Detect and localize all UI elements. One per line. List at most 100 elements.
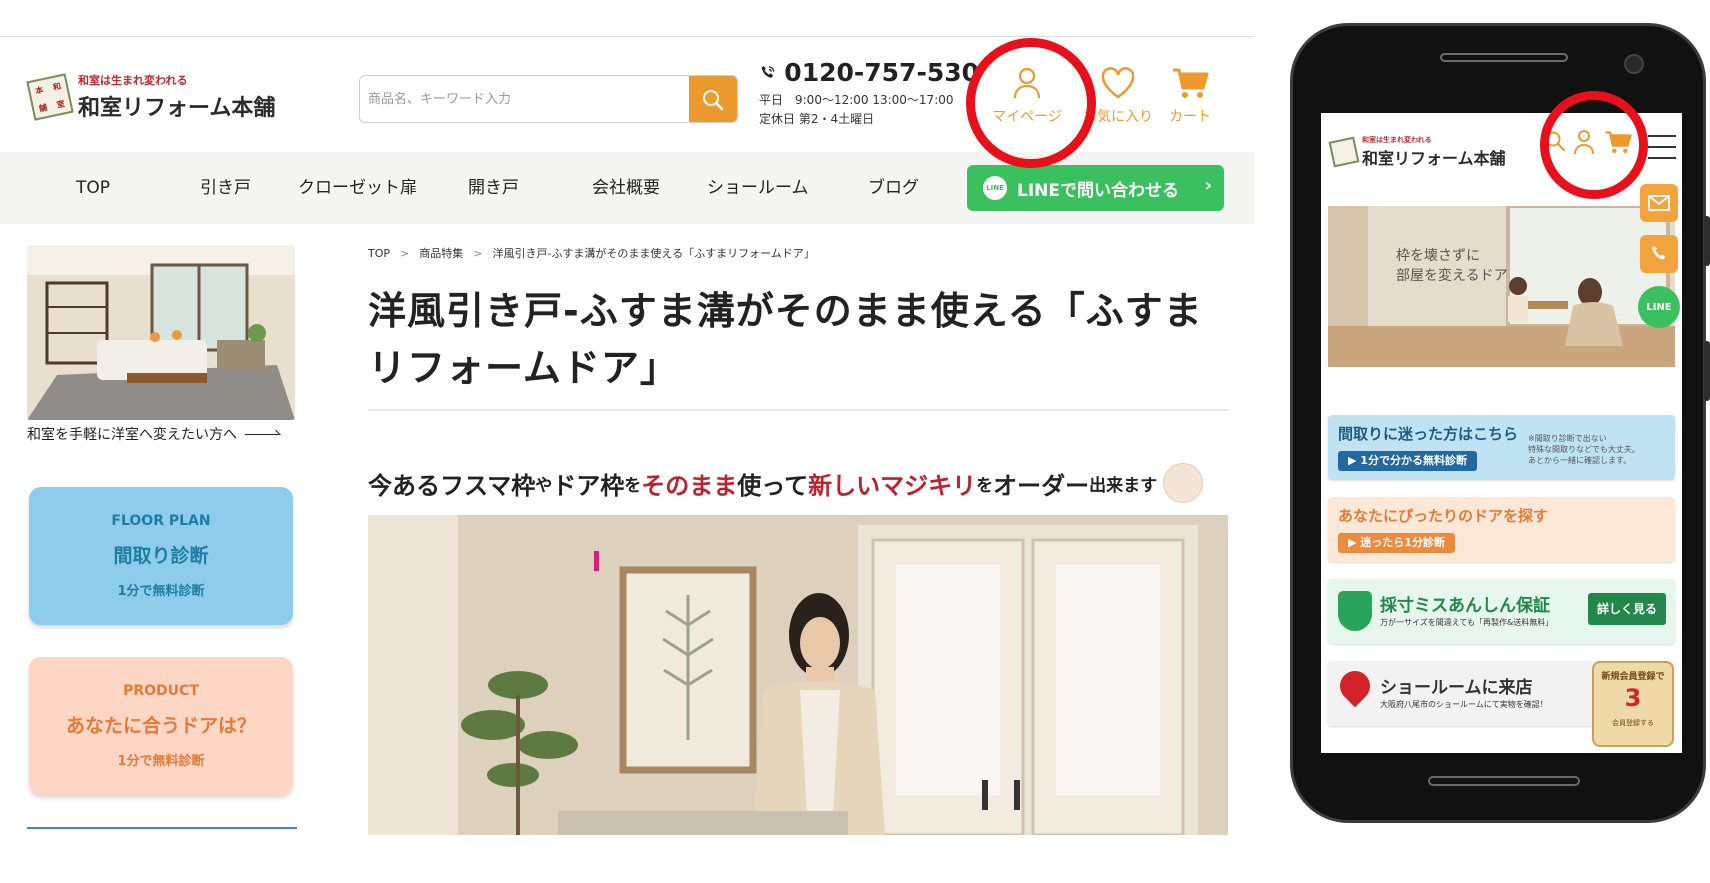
line-icon: LINE bbox=[1646, 301, 1672, 313]
arrow-right-icon bbox=[245, 433, 279, 435]
cart-label: カート bbox=[1169, 109, 1211, 125]
favorites-link[interactable]: お気に入り bbox=[1078, 66, 1158, 126]
details-button[interactable]: 詳しく見る bbox=[1588, 593, 1666, 625]
floor-plan-title: 間取り診断 bbox=[113, 545, 209, 567]
mobile-site-logo[interactable]: 和室は生まれ変われる 和室リフォーム本舗 bbox=[1328, 135, 1506, 169]
nav-item-showroom[interactable]: ショールーム bbox=[707, 152, 809, 224]
nav-item-hinged-doors[interactable]: 開き戸 bbox=[468, 152, 519, 224]
nav-item-closet-doors[interactable]: クローゼット扉 bbox=[298, 152, 417, 224]
global-nav: TOP 引き戸 クローゼット扉 開き戸 会社概要 ショールーム ブログ LINE… bbox=[0, 152, 1254, 224]
float-mail-button[interactable] bbox=[1640, 184, 1678, 222]
main-content: TOP > 商品特集 > 洋風引き戸-ふすま溝がそのまま使える「ふすまリフォーム… bbox=[368, 245, 1228, 835]
member-signup-badge[interactable]: 新規会員登録で 3 会員登録する bbox=[1592, 661, 1674, 747]
catch-highlight: 新しいマジキリ bbox=[808, 471, 977, 500]
logo-seal-icon bbox=[1328, 136, 1360, 168]
float-line-button[interactable]: LINE bbox=[1638, 286, 1680, 328]
staff-face-icon bbox=[1163, 463, 1204, 503]
phone-side-button bbox=[1704, 341, 1710, 401]
catch-text: ドア枠 bbox=[552, 471, 625, 500]
hero-text-line: 部屋を変えるドア bbox=[1396, 268, 1508, 284]
breadcrumb: TOP > 商品特集 > 洋風引き戸-ふすま溝がそのまま使える「ふすまリフォーム… bbox=[368, 245, 1228, 261]
product-title: あなたに合うドアは？ bbox=[65, 715, 256, 737]
banner-title: 間取りに迷った方はこちら bbox=[1338, 425, 1519, 443]
product-card[interactable]: PRODUCT あなたに合うドアは？ 1分で無料診断 bbox=[29, 657, 293, 795]
banner-note-line: あとから一緒に確認します。 bbox=[1528, 456, 1632, 465]
banner-title: ショールームに来店 bbox=[1380, 678, 1533, 698]
catch-text: を bbox=[976, 475, 994, 496]
top-divider bbox=[0, 36, 1254, 37]
search-input[interactable] bbox=[360, 76, 689, 122]
phone-icon bbox=[1651, 246, 1666, 260]
seal-char: 本 bbox=[34, 84, 45, 96]
mypage-label: マイページ bbox=[992, 109, 1062, 125]
catch-text: オーダー bbox=[993, 471, 1090, 500]
banner-note: ※間取り診断で出ない 特殊な間取りなどでも大丈夫。 あとから一緒に確認します。 bbox=[1528, 433, 1640, 466]
hero-caption-text: 和室を手軽に洋室へ変えたい方へ bbox=[27, 427, 237, 443]
phone-number[interactable]: 0120-757-530 bbox=[784, 58, 979, 87]
line-inquiry-button[interactable]: LINE LINEで問い合わせる › bbox=[967, 165, 1224, 211]
sidebar-hero-caption[interactable]: 和室を手軽に洋室へ変えたい方へ bbox=[27, 424, 297, 444]
search-box bbox=[359, 75, 738, 123]
desktop-view: 本 和 舗 室 和室は生まれ変われる 和室リフォーム本舗 0120-757-53… bbox=[0, 0, 1254, 883]
hero-text-line: 枠を壊さずに bbox=[1396, 248, 1480, 264]
member-badge-line1: 新規会員登録で bbox=[1601, 672, 1665, 682]
map-pin-icon bbox=[1333, 664, 1377, 708]
door-finder-banner[interactable]: あなたにぴったりのドアを探す ▶ 迷ったら1分診断 bbox=[1328, 497, 1675, 562]
nav-item-sliding-doors[interactable]: 引き戸 bbox=[200, 152, 251, 224]
cart-link[interactable]: カート bbox=[1150, 66, 1230, 126]
float-phone-button[interactable] bbox=[1640, 235, 1678, 273]
search-icon[interactable] bbox=[1544, 129, 1566, 153]
floor-plan-card[interactable]: FLOOR PLAN 間取り診断 1分で無料診断 bbox=[29, 487, 293, 625]
phone-camera bbox=[1624, 54, 1644, 74]
measurement-guarantee-banner[interactable]: 採寸ミスあんしん保証 万が一サイズを間違えても「再製作&送料無料」 詳しく見る bbox=[1328, 579, 1675, 644]
page-title-line2: リフォームドア」 bbox=[368, 346, 679, 390]
cart-icon[interactable] bbox=[1604, 129, 1632, 155]
line-icon: LINE bbox=[983, 176, 1007, 200]
catch-text: 使って bbox=[737, 471, 809, 500]
sidebar-hero-image[interactable] bbox=[27, 245, 295, 420]
seal-char: 舗 bbox=[38, 102, 48, 113]
floor-plan-banner[interactable]: 間取りに迷った方はこちら ▶ 1分で分かる無料診断 ※間取り診断で出ない 特殊な… bbox=[1328, 415, 1675, 480]
site-logo[interactable]: 本 和 舗 室 和室は生まれ変われる 和室リフォーム本舗 bbox=[26, 72, 275, 122]
phone-icon bbox=[761, 65, 775, 78]
phone-home-bar bbox=[1428, 776, 1580, 786]
nav-item-blog[interactable]: ブログ bbox=[868, 152, 919, 224]
mobile-hero-banner[interactable]: 枠を壊さずに 部屋を変えるドア bbox=[1328, 206, 1675, 367]
smartphone-frame: 和室は生まれ変われる 和室リフォーム本舗 枠を壊さずに 部屋を変えるドア 間取り… bbox=[1290, 23, 1710, 823]
banner-pill-button[interactable]: ▶ 迷ったら1分診断 bbox=[1338, 533, 1455, 553]
banner-pill-button[interactable]: ▶ 1分で分かる無料診断 bbox=[1338, 451, 1477, 471]
mobile-hero-text: 枠を壊さずに 部屋を変えるドア bbox=[1396, 246, 1508, 286]
line-inquiry-label: LINEで問い合わせる bbox=[1017, 180, 1179, 201]
phone-speaker bbox=[1440, 53, 1568, 62]
product-sub: 1分で無料診断 bbox=[117, 754, 205, 769]
mail-icon bbox=[1648, 195, 1670, 211]
banner-title: あなたにぴったりのドアを探す bbox=[1338, 507, 1549, 525]
living-room-illustration bbox=[27, 245, 295, 420]
banner-sub: 万が一サイズを間違えても「再製作&送料無料」 bbox=[1380, 618, 1554, 627]
room-photo bbox=[368, 515, 1228, 835]
title-divider bbox=[368, 409, 1228, 411]
seal-char: 室 bbox=[55, 98, 66, 110]
user-icon[interactable] bbox=[1573, 129, 1595, 155]
favorites-label: お気に入り bbox=[1083, 109, 1153, 125]
breadcrumb-separator-icon: > bbox=[473, 246, 483, 260]
catch-text: 出来ます bbox=[1089, 475, 1158, 496]
catchphrase: 今あるフスマ枠 や ドア枠 を そのまま 使って 新しいマジキリ を オーダー … bbox=[368, 463, 1228, 503]
logo-seal-icon: 本 和 舗 室 bbox=[26, 73, 74, 121]
catch-text: や bbox=[535, 475, 553, 496]
nav-item-top[interactable]: TOP bbox=[76, 152, 110, 224]
user-icon bbox=[1013, 67, 1041, 99]
mypage-link[interactable]: マイページ bbox=[987, 66, 1067, 126]
breadcrumb-item-feature[interactable]: 商品特集 bbox=[419, 245, 463, 261]
member-badge-line2: 会員登録する bbox=[1612, 719, 1654, 727]
product-main-photo bbox=[368, 515, 1228, 835]
nav-item-company[interactable]: 会社概要 bbox=[592, 152, 660, 224]
phone-info: 0120-757-530 平日 9:00〜12:00 13:00〜17:00 定… bbox=[759, 58, 979, 127]
hamburger-menu-icon[interactable] bbox=[1648, 135, 1676, 159]
search-button[interactable] bbox=[689, 76, 737, 122]
sidebar-divider bbox=[27, 827, 297, 829]
mobile-hero-photo bbox=[1328, 206, 1675, 367]
breadcrumb-item-top[interactable]: TOP bbox=[368, 247, 390, 260]
holiday-info: 定休日 第2・4土曜日 bbox=[759, 112, 875, 126]
page-title-line1: 洋風引き戸-ふすま溝がそのまま使える「ふすま bbox=[368, 289, 1203, 333]
